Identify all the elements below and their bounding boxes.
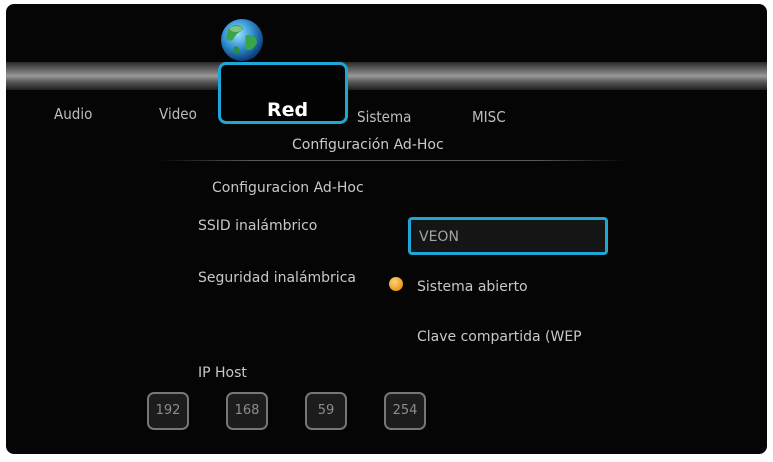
tab-red[interactable]: Red — [218, 62, 348, 124]
ip-octet-2-value: 168 — [234, 403, 260, 418]
tab-misc[interactable]: MISC — [472, 108, 506, 126]
tab-audio[interactable]: Audio — [54, 105, 92, 123]
ip-octet-4[interactable]: 254 — [384, 392, 426, 430]
ssid-input[interactable]: VEON — [408, 217, 608, 255]
ssid-label: SSID inalámbrico — [198, 218, 318, 234]
security-label: Seguridad inalámbrica — [198, 270, 356, 286]
ip-octet-3[interactable]: 59 — [305, 392, 347, 430]
security-option-shared-key[interactable]: Clave compartida (WEP — [417, 329, 582, 345]
page-subtitle: Configuración Ad-Hoc — [292, 137, 444, 153]
settings-screen: Audio Video Red Sistema MISC Configuraci… — [6, 4, 767, 454]
ip-octet-1-value: 192 — [155, 403, 181, 418]
ip-octet-4-value: 254 — [392, 403, 418, 418]
section-title: Configuracion Ad-Hoc — [212, 180, 364, 196]
divider — [158, 160, 628, 161]
tab-red-label: Red — [267, 99, 309, 121]
ip-octet-3-value: 59 — [317, 403, 335, 418]
menu-bar — [6, 62, 767, 90]
ip-octet-2[interactable]: 168 — [226, 392, 268, 430]
ip-octet-1[interactable]: 192 — [147, 392, 189, 430]
radio-selected-icon[interactable] — [389, 277, 403, 291]
ssid-value: VEON — [419, 229, 459, 245]
tab-sistema[interactable]: Sistema — [357, 108, 411, 126]
tab-video[interactable]: Video — [159, 105, 197, 123]
security-option-open[interactable]: Sistema abierto — [417, 279, 528, 295]
ip-host-label: IP Host — [198, 365, 247, 381]
globe-icon — [221, 19, 263, 61]
